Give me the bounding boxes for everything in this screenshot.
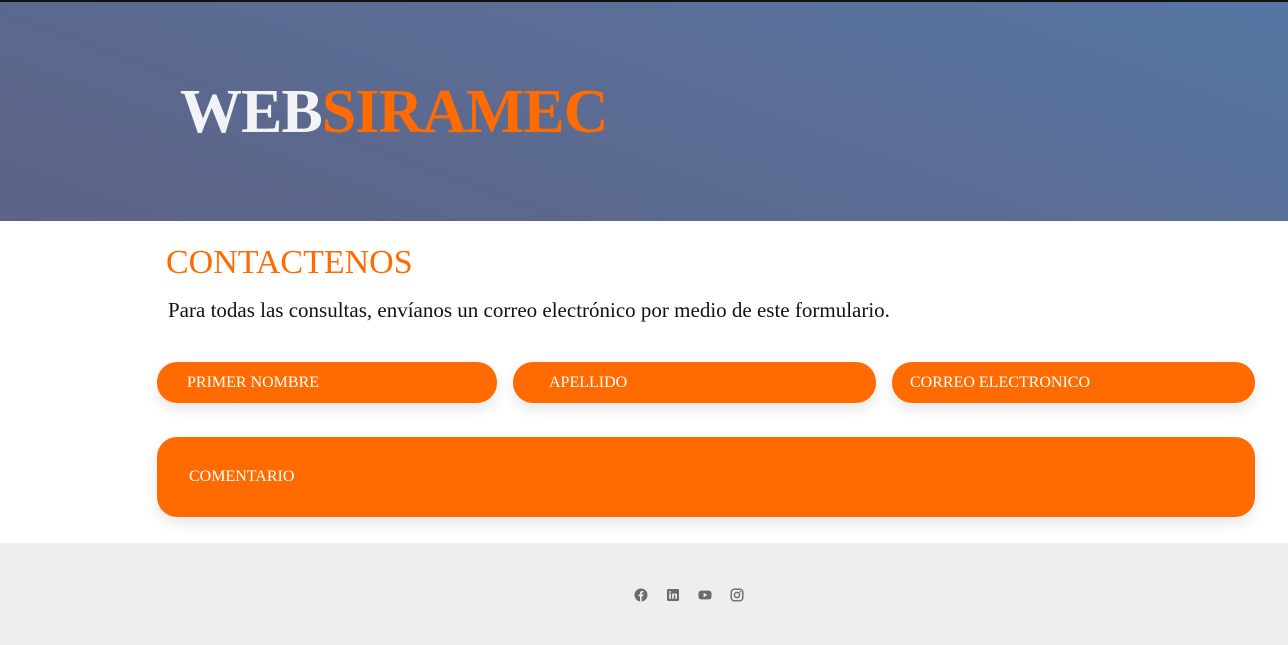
site-logo[interactable]: WEBSIRAMEC [180,78,609,146]
instagram-icon[interactable] [730,588,744,602]
last-name-field[interactable] [513,362,876,403]
first-name-field[interactable] [157,362,497,403]
comment-field[interactable] [157,437,1255,517]
page-title: CONTACTENOS [166,244,413,281]
linkedin-icon[interactable] [666,588,680,602]
social-links [634,588,744,602]
logo-text-web: WEB [180,78,323,146]
intro-text: Para todas las consultas, envíanos un co… [168,298,890,322]
contact-section: CONTACTENOS Para todas las consultas, en… [0,221,1288,543]
logo-text-siramec: SIRAMEC [321,78,609,146]
facebook-icon[interactable] [634,588,648,602]
youtube-icon[interactable] [698,588,712,602]
site-header: WEBSIRAMEC [0,2,1288,221]
site-footer [0,543,1288,645]
email-field[interactable] [892,362,1255,403]
